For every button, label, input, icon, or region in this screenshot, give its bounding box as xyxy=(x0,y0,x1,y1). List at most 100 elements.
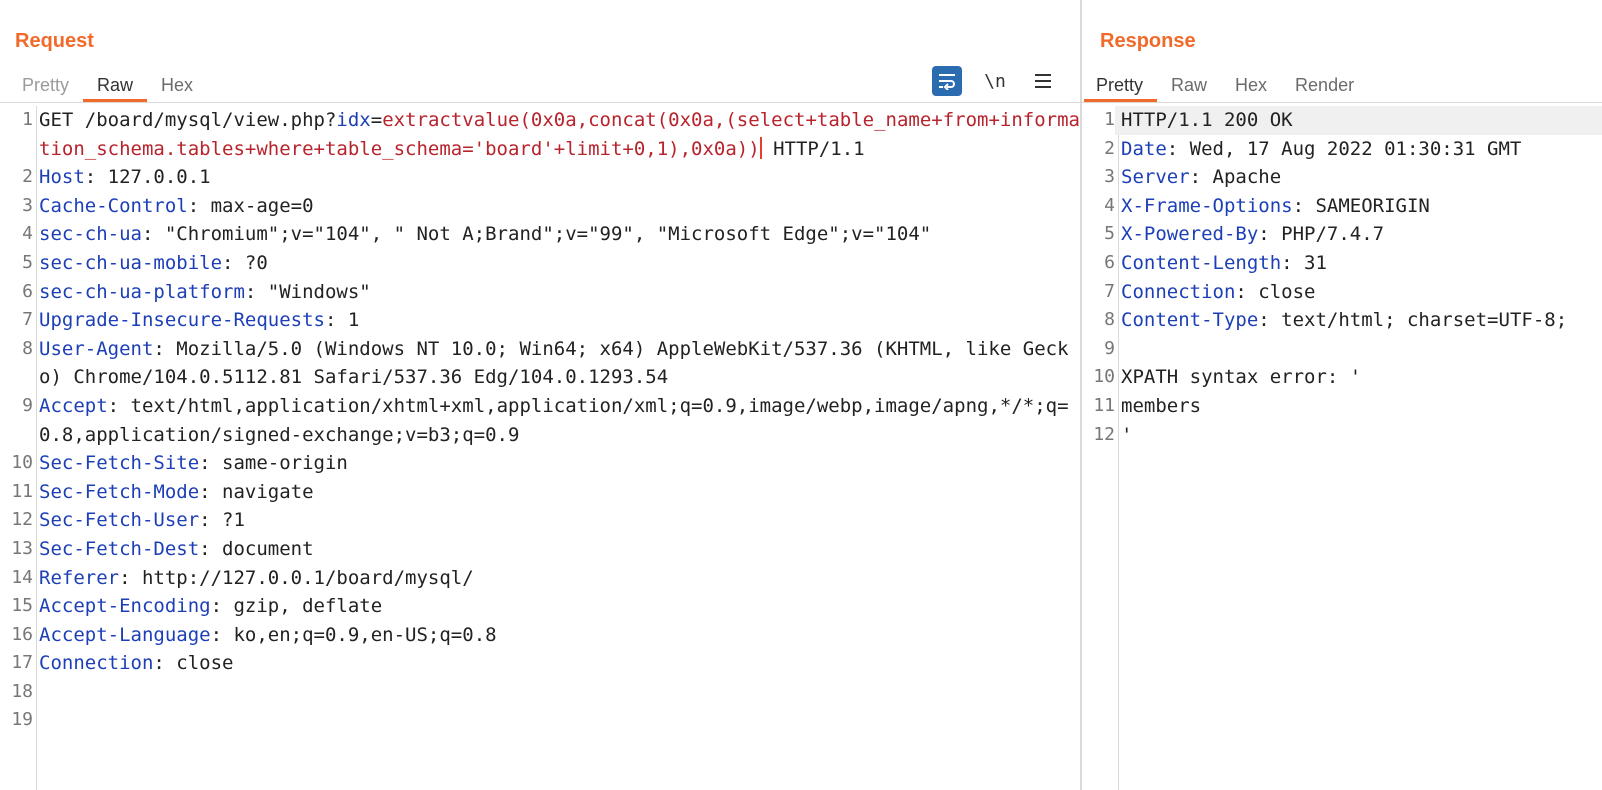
line-number: 10 xyxy=(11,452,33,474)
line-content: Cache-Control: max-age=0 xyxy=(33,192,1080,221)
line-content xyxy=(33,678,1080,707)
line-number: 3 xyxy=(1104,166,1115,188)
code-line: 14 Referer: http://127.0.0.1/board/mysql/ xyxy=(0,564,1080,593)
line-number: 6 xyxy=(1104,251,1115,273)
response-tab-divider xyxy=(1082,102,1602,103)
header-name: Accept xyxy=(39,394,108,417)
header-value: : text/html; charset=UTF-8; xyxy=(1258,309,1568,332)
line-number: 11 xyxy=(11,480,33,502)
header-value: : max-age=0 xyxy=(187,194,314,217)
response-title: Response xyxy=(1100,30,1196,52)
http-version: HTTP/1.1 xyxy=(761,137,865,160)
line-number: 4 xyxy=(1104,194,1115,216)
line-content: Connection: close xyxy=(1115,278,1602,307)
request-tabs: Pretty Raw Hex xyxy=(10,70,207,104)
line-content: Sec-Fetch-User: ?1 xyxy=(33,506,1080,535)
header-value: : 1 xyxy=(324,309,360,332)
hamburger-menu-icon[interactable] xyxy=(1028,66,1058,96)
header-value: : ?1 xyxy=(199,509,245,532)
header-value: : Apache xyxy=(1189,166,1282,189)
code-line: 12 ' xyxy=(1082,421,1602,450)
header-value: : close xyxy=(153,652,234,675)
code-line: 3 Server: Apache xyxy=(1082,163,1602,192)
code-line: 12 Sec-Fetch-User: ?1 xyxy=(0,506,1080,535)
header-value: : gzip, deflate xyxy=(210,595,383,618)
header-name: X-Powered-By xyxy=(1121,223,1259,246)
response-pane: Response Pretty Raw Hex Render 1 HTTP/1.1… xyxy=(1082,0,1602,790)
response-tab-pretty[interactable]: Pretty xyxy=(1084,70,1158,102)
request-tab-hex[interactable]: Hex xyxy=(147,70,207,102)
header-value: : ko,en;q=0.9,en-US;q=0.8 xyxy=(210,623,497,646)
line-number: 8 xyxy=(1104,309,1115,331)
line-content: X-Frame-Options: SAMEORIGIN xyxy=(1115,192,1602,221)
line-content: Accept-Encoding: gzip, deflate xyxy=(33,592,1080,621)
line-number: 11 xyxy=(1093,394,1115,416)
line-number: 6 xyxy=(22,280,33,302)
code-line: 3 Cache-Control: max-age=0 xyxy=(0,192,1080,221)
header-name: Host xyxy=(39,166,85,189)
code-line: 9 xyxy=(1082,335,1602,364)
line-content: GET /board/mysql/view.php?idx=extractval… xyxy=(33,106,1080,164)
code-line: 15 Accept-Encoding: gzip, deflate xyxy=(0,592,1080,621)
header-value: : http://127.0.0.1/board/mysql/ xyxy=(119,566,474,589)
header-name: Sec-Fetch-User xyxy=(39,509,200,532)
header-name: User-Agent xyxy=(39,337,154,360)
line-number: 9 xyxy=(1104,337,1115,359)
line-content: sec-ch-ua: "Chromium";v="104", " Not A;B… xyxy=(33,220,1080,249)
line-number: 7 xyxy=(1104,280,1115,302)
code-line: 5 sec-ch-ua-mobile: ?0 xyxy=(0,249,1080,278)
header-name: Upgrade-Insecure-Requests xyxy=(39,309,325,332)
line-number: 17 xyxy=(11,652,33,674)
line-content: User-Agent: Mozilla/5.0 (Windows NT 10.0… xyxy=(33,335,1080,392)
line-number: 12 xyxy=(1093,423,1115,445)
code-line: 10 XPATH syntax error: ' xyxy=(1082,363,1602,392)
line-number: 13 xyxy=(11,537,33,559)
code-line: 17 Connection: close xyxy=(0,649,1080,678)
request-tab-divider xyxy=(0,102,1080,103)
code-line: 1 HTTP/1.1 200 OK xyxy=(1082,106,1602,135)
line-number: 19 xyxy=(11,709,33,731)
line-number: 12 xyxy=(11,509,33,531)
line-content: Upgrade-Insecure-Requests: 1 xyxy=(33,306,1080,335)
response-tabs: Pretty Raw Hex Render xyxy=(1084,70,1368,104)
code-line: 16 Accept-Language: ko,en;q=0.9,en-US;q=0… xyxy=(0,621,1080,650)
query-param-equals: = xyxy=(370,109,383,131)
request-tab-pretty[interactable]: Pretty xyxy=(10,70,83,102)
request-title: Request xyxy=(15,30,94,52)
code-line: 9 Accept: text/html,application/xhtml+xml… xyxy=(0,392,1080,449)
header-value: : 127.0.0.1 xyxy=(84,166,211,189)
code-line: 13 Sec-Fetch-Dest: document xyxy=(0,535,1080,564)
line-content: sec-ch-ua-platform: "Windows" xyxy=(33,278,1080,307)
line-content: HTTP/1.1 200 OK xyxy=(1115,106,1602,135)
query-param-name: idx xyxy=(336,109,371,131)
line-content: Server: Apache xyxy=(1115,163,1602,192)
code-line: 10 Sec-Fetch-Site: same-origin xyxy=(0,449,1080,478)
header-value: : "Chromium";v="104", " Not A;Brand";v="… xyxy=(141,223,932,246)
code-line: 6 sec-ch-ua-platform: "Windows" xyxy=(0,278,1080,307)
header-name: Accept-Encoding xyxy=(39,595,211,618)
request-line-method-path: GET /board/mysql/view.php? xyxy=(39,109,337,131)
request-editor[interactable]: 1 GET /board/mysql/view.php?idx=extractva… xyxy=(0,106,1080,790)
line-content: Referer: http://127.0.0.1/board/mysql/ xyxy=(33,564,1080,593)
code-line: 11 Sec-Fetch-Mode: navigate xyxy=(0,478,1080,507)
response-tab-raw[interactable]: Raw xyxy=(1157,70,1221,102)
header-name: sec-ch-ua-platform xyxy=(39,280,245,303)
header-name: Sec-Fetch-Site xyxy=(39,452,200,475)
header-value: : navigate xyxy=(199,480,314,503)
response-editor[interactable]: 1 HTTP/1.1 200 OK 2 Date: Wed, 17 Aug 2022 … xyxy=(1082,106,1602,790)
code-line: 19 xyxy=(0,706,1080,735)
request-toolbar: \n xyxy=(932,66,1058,96)
header-value: : Mozilla/5.0 (Windows NT 10.0; Win64; x… xyxy=(39,337,1069,389)
line-content: members xyxy=(1115,392,1602,421)
line-number: 16 xyxy=(11,623,33,645)
show-newlines-button[interactable]: \n xyxy=(980,66,1010,96)
line-content: Accept-Language: ko,en;q=0.9,en-US;q=0.8 xyxy=(33,621,1080,650)
request-tab-raw[interactable]: Raw xyxy=(83,70,148,102)
wrap-lines-icon[interactable] xyxy=(932,66,962,96)
line-content xyxy=(33,706,1080,735)
response-tab-hex[interactable]: Hex xyxy=(1221,70,1281,102)
response-tab-render[interactable]: Render xyxy=(1281,70,1368,102)
header-name: Referer xyxy=(39,566,120,589)
header-value: : "Windows" xyxy=(244,280,371,303)
line-number: 7 xyxy=(22,309,33,331)
